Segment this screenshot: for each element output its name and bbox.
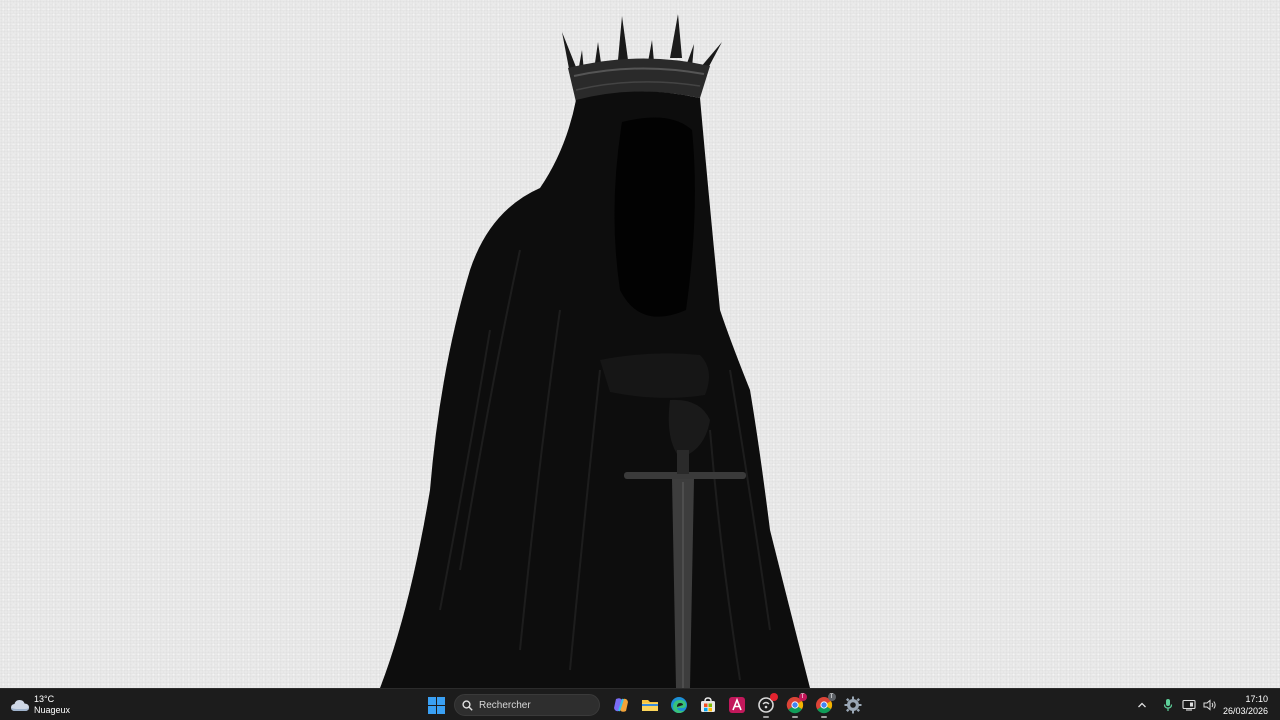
opera-gx-button[interactable] — [753, 692, 779, 718]
copilot-icon — [613, 698, 628, 712]
taskbar: 13°C Nuageux Rechercher T T 17:10 26/03/… — [0, 688, 1280, 720]
profile-badge: T — [798, 693, 807, 701]
folder-icon — [641, 700, 658, 711]
copilot-button[interactable] — [608, 692, 634, 718]
clock-time: 17:10 — [1245, 694, 1268, 704]
chrome-profile-2-button[interactable]: T — [811, 692, 837, 718]
system-tray — [1131, 693, 1220, 717]
wallpaper-hooded-figure — [380, 14, 810, 688]
windows-logo-icon — [428, 696, 445, 714]
volume-button[interactable] — [1200, 694, 1220, 716]
cloud-icon — [11, 700, 29, 711]
gear-icon — [844, 696, 861, 714]
network-icon — [1182, 699, 1196, 711]
chrome-profile-1-button[interactable]: T — [782, 692, 808, 718]
profile-badge: T — [827, 693, 836, 701]
edge-icon — [670, 697, 687, 713]
notification-badge — [769, 693, 778, 701]
search-placeholder: Rechercher — [479, 699, 531, 711]
start-button[interactable] — [424, 692, 450, 718]
affinity-icon — [728, 697, 745, 713]
file-explorer-button[interactable] — [637, 692, 663, 718]
search-icon — [462, 699, 473, 711]
affinity-button[interactable] — [724, 692, 750, 718]
desktop[interactable] — [0, 0, 1280, 688]
microphone-button[interactable] — [1158, 694, 1178, 716]
chevron-up-icon — [1138, 702, 1146, 708]
clock-date: 26/03/2026 — [1222, 706, 1268, 716]
microsoft-store-button[interactable] — [695, 692, 721, 718]
microphone-icon — [1163, 699, 1173, 711]
weather-temperature: 13°C — [34, 694, 55, 704]
weather-condition: Nuageux — [34, 705, 71, 715]
settings-button[interactable] — [840, 692, 866, 718]
edge-button[interactable] — [666, 692, 692, 718]
show-hidden-icons-button[interactable] — [1132, 694, 1152, 716]
store-icon — [700, 697, 715, 712]
taskbar-center: Rechercher T T — [422, 691, 867, 719]
speaker-icon — [1203, 699, 1216, 711]
weather-widget[interactable]: 13°C Nuageux — [10, 692, 70, 718]
network-button[interactable] — [1179, 694, 1199, 716]
search-input[interactable]: Rechercher — [454, 694, 600, 716]
clock[interactable]: 17:10 26/03/2026 — [1223, 693, 1268, 717]
